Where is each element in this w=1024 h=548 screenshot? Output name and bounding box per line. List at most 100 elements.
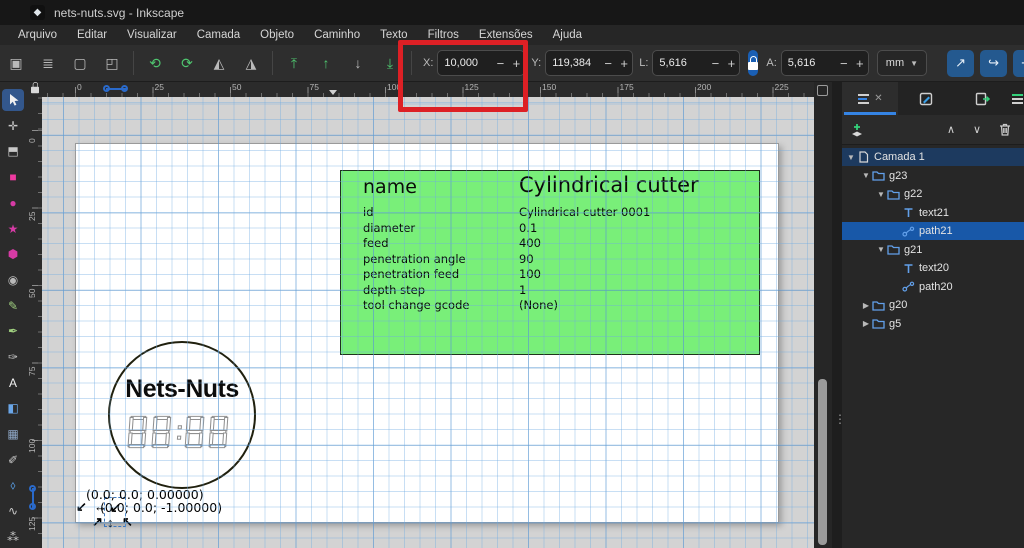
move-up-button[interactable]: ∧: [938, 123, 964, 136]
vertical-ruler[interactable]: 0255075100125: [26, 97, 42, 548]
selection-bbox-icon[interactable]: ◰: [99, 50, 125, 76]
guide-handle-vertical[interactable]: [29, 485, 37, 511]
height-minus-button[interactable]: −: [836, 56, 852, 71]
menu-filtros[interactable]: Filtros: [418, 27, 469, 43]
selection-handle-arrow-icon[interactable]: ↖: [122, 516, 133, 528]
expand-arrow-icon[interactable]: ▼: [846, 153, 856, 162]
dropper-tool[interactable]: ✐: [2, 449, 24, 471]
ruler-corner[interactable]: [26, 82, 42, 97]
expand-arrow-icon[interactable]: ▼: [861, 171, 871, 180]
tree-item-path20[interactable]: path20: [842, 278, 1024, 296]
vertical-scrollbar-thumb[interactable]: [818, 379, 827, 545]
ellipse-tool[interactable]: ●: [2, 192, 24, 214]
width-plus-button[interactable]: +: [723, 56, 739, 71]
menu-caminho[interactable]: Caminho: [304, 27, 370, 43]
menu-ajuda[interactable]: Ajuda: [543, 27, 592, 43]
expand-arrow-icon[interactable]: ▶: [861, 319, 871, 328]
gradient-tool[interactable]: ◧: [2, 397, 24, 419]
tab-export[interactable]: [954, 82, 1010, 115]
y-plus-button[interactable]: +: [616, 56, 632, 71]
tab-edit[interactable]: [898, 82, 954, 115]
scale-stroke-icon[interactable]: ↪: [980, 50, 1007, 77]
guide-handle-horizontal[interactable]: [103, 85, 129, 93]
mesh-gradient-tool[interactable]: ▦: [2, 423, 24, 445]
add-layer-button[interactable]: [842, 123, 872, 137]
expand-arrow-icon[interactable]: ▼: [876, 245, 886, 254]
rotate-cw-icon[interactable]: ⟳: [174, 50, 200, 76]
height-plus-button[interactable]: +: [852, 56, 868, 71]
flip-vertical-icon[interactable]: ◮: [238, 50, 264, 76]
pen-tool[interactable]: ✒: [2, 320, 24, 342]
canvas-corner-button[interactable]: [817, 85, 828, 96]
rectangle-tool[interactable]: ■: [2, 166, 24, 188]
unit-dropdown[interactable]: mm ▼: [877, 50, 927, 76]
scale-corners-icon[interactable]: ⇥: [1013, 50, 1024, 77]
lower-icon[interactable]: ↓: [345, 50, 371, 76]
drawing-canvas[interactable]: name Cylindrical cutter idCylindrical cu…: [42, 97, 814, 548]
selector-tool[interactable]: [2, 89, 24, 111]
spiral-tool[interactable]: ◉: [2, 269, 24, 291]
tree-item-camada-1[interactable]: ▼Camada 1: [842, 148, 1024, 166]
lock-ratio-button[interactable]: [748, 50, 758, 76]
select-all-layers-icon[interactable]: ≣: [35, 50, 61, 76]
spray-tool[interactable]: ⁂: [2, 526, 24, 548]
select-all-icon[interactable]: ▣: [3, 50, 29, 76]
expand-arrow-icon[interactable]: ▶: [861, 301, 871, 310]
box3d-tool[interactable]: ⬢: [2, 243, 24, 265]
height-input[interactable]: 5,616 − +: [781, 50, 869, 76]
menu-visualizar[interactable]: Visualizar: [117, 27, 187, 43]
raise-to-top-icon[interactable]: ⤒: [281, 50, 307, 76]
menu-extensões[interactable]: Extensões: [469, 27, 543, 43]
tab-extra[interactable]: [1010, 82, 1024, 115]
x-minus-button[interactable]: −: [492, 56, 508, 71]
move-transform-icon[interactable]: ↗: [947, 50, 974, 77]
delete-button[interactable]: [990, 123, 1020, 136]
tweak-tool[interactable]: ∿: [2, 500, 24, 522]
close-icon[interactable]: ✕: [874, 93, 882, 104]
panel-divider[interactable]: ⋮: [832, 82, 842, 548]
vertical-scrollbar[interactable]: [814, 82, 832, 548]
paint-bucket-tool[interactable]: ⬨: [2, 475, 24, 497]
width-input[interactable]: 5,616 − +: [652, 50, 740, 76]
flip-horizontal-icon[interactable]: ◭: [206, 50, 232, 76]
tree-item-g20[interactable]: ▶g20: [842, 296, 1024, 314]
x-plus-button[interactable]: +: [508, 56, 524, 71]
selection-handle-arrow-icon[interactable]: ↕: [107, 517, 114, 529]
selection-handle-arrow-icon[interactable]: ↔: [94, 501, 107, 513]
y-input[interactable]: 119,384 − +: [545, 50, 633, 76]
tree-item-g21[interactable]: ▼g21: [842, 241, 1024, 259]
tree-item-g5[interactable]: ▶g5: [842, 315, 1024, 333]
text-tool[interactable]: A: [2, 372, 24, 394]
y-minus-button[interactable]: −: [600, 56, 616, 71]
tree-item-text21[interactable]: text21: [842, 204, 1024, 222]
menu-texto[interactable]: Texto: [370, 27, 418, 43]
shape-builder-tool[interactable]: ⬒: [2, 140, 24, 162]
calligraphy-tool[interactable]: ✑: [2, 346, 24, 368]
node-tool[interactable]: ✛: [2, 115, 24, 137]
pencil-tool[interactable]: ✎: [2, 295, 24, 317]
star-tool[interactable]: ★: [2, 218, 24, 240]
menu-editar[interactable]: Editar: [67, 27, 117, 43]
menu-arquivo[interactable]: Arquivo: [8, 27, 67, 43]
raise-icon[interactable]: ↑: [313, 50, 339, 76]
horizontal-ruler[interactable]: 0255075100125150175200225: [42, 82, 814, 97]
selection-handle-arrow-icon[interactable]: ↙: [110, 502, 121, 514]
tree-item-path21[interactable]: path21: [842, 222, 1024, 240]
tree-item-text20[interactable]: text20: [842, 259, 1024, 277]
gcodetools-tool-table[interactable]: name Cylindrical cutter idCylindrical cu…: [340, 170, 760, 355]
tab-layers-objects[interactable]: ✕: [842, 82, 898, 115]
menu-objeto[interactable]: Objeto: [250, 27, 304, 43]
menu-camada[interactable]: Camada: [187, 27, 250, 43]
lower-to-bottom-icon[interactable]: ⤓: [377, 50, 403, 76]
expand-arrow-icon[interactable]: ▼: [876, 190, 886, 199]
deselect-icon[interactable]: ▢: [67, 50, 93, 76]
selection-handle-arrow-icon[interactable]: ↙: [76, 501, 87, 513]
x-input[interactable]: 10,000 − +: [437, 50, 525, 76]
width-minus-button[interactable]: −: [707, 56, 723, 71]
rotate-ccw-icon[interactable]: ⟲: [142, 50, 168, 76]
move-down-button[interactable]: ∨: [964, 123, 990, 136]
panel-tab-bar: ✕: [842, 82, 1024, 115]
tree-item-g22[interactable]: ▼g22: [842, 185, 1024, 203]
selection-handle-arrow-icon[interactable]: ↗: [92, 516, 103, 528]
tree-item-g23[interactable]: ▼g23: [842, 167, 1024, 185]
